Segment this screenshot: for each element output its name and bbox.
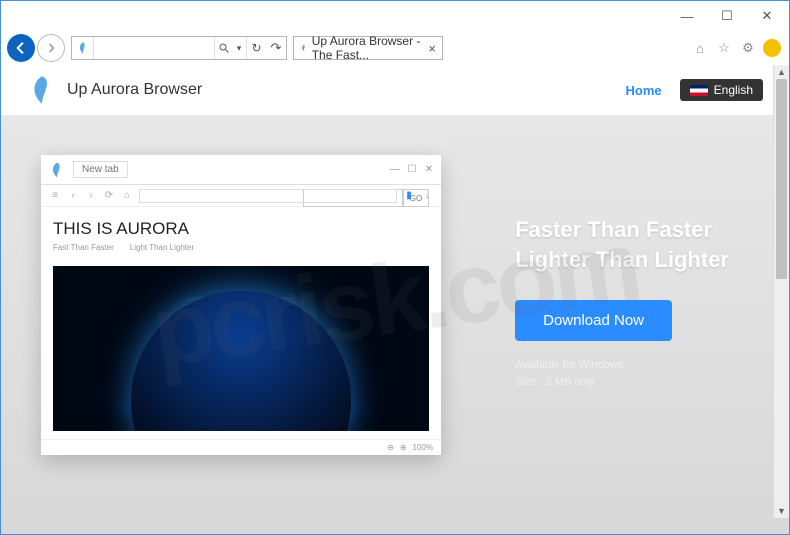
mock-home-icon: ⌂ bbox=[121, 190, 133, 202]
mock-bookmark-icon: ▮ bbox=[403, 190, 415, 202]
home-icon[interactable]: ⌂ bbox=[691, 39, 709, 57]
mock-status-bar: ⊖ ⊕ 100% bbox=[41, 439, 441, 455]
site-header: Up Aurora Browser Home English bbox=[1, 65, 789, 115]
mock-forward-icon: › bbox=[85, 190, 97, 202]
mock-space-image bbox=[53, 266, 429, 431]
mock-subtitles: Fast Than Faster Light Than Lighter bbox=[53, 243, 429, 252]
forward-button[interactable] bbox=[37, 34, 65, 62]
download-button[interactable]: Download Now bbox=[515, 300, 672, 341]
vertical-scrollbar[interactable]: ▲ ▼ bbox=[773, 65, 789, 518]
stop-icon[interactable]: ↷ bbox=[266, 40, 286, 56]
mock-zoom-label: 100% bbox=[413, 443, 433, 452]
page-content: Up Aurora Browser Home English New tab —… bbox=[1, 65, 789, 534]
minimize-button[interactable]: — bbox=[667, 2, 707, 30]
mock-titlebar: New tab — ☐ ✕ bbox=[41, 155, 441, 185]
search-icon[interactable] bbox=[214, 37, 232, 59]
mock-headline: THIS IS AURORA bbox=[53, 219, 429, 239]
hero-line-2: Lighter Than Lighter bbox=[515, 245, 729, 275]
mock-zoom-in-icon: ⊕ bbox=[400, 443, 407, 452]
feedback-smiley-icon[interactable] bbox=[763, 39, 781, 57]
gear-icon[interactable]: ⚙ bbox=[739, 39, 757, 57]
site-name: Up Aurora Browser bbox=[67, 81, 202, 99]
tab-title: Up Aurora Browser - The Fast... bbox=[312, 34, 421, 62]
mock-address-bar bbox=[139, 189, 397, 203]
mock-body: GO THIS IS AURORA Fast Than Faster Light… bbox=[41, 207, 441, 443]
browser-toolbar: ▾ ↻ ↷ Up Aurora Browser - The Fast... × … bbox=[1, 31, 789, 65]
mock-download-icon: ↓ bbox=[421, 190, 433, 202]
chevron-down-icon[interactable]: ▾ bbox=[232, 43, 246, 54]
tab-close-icon[interactable]: × bbox=[428, 41, 436, 56]
language-selector[interactable]: English bbox=[680, 79, 763, 101]
browser-tab[interactable]: Up Aurora Browser - The Fast... × bbox=[293, 36, 443, 60]
site-favicon bbox=[72, 37, 94, 59]
mock-menu-icon: ≡ bbox=[49, 190, 61, 202]
back-button[interactable] bbox=[7, 34, 35, 62]
scroll-down-icon[interactable]: ▼ bbox=[774, 504, 789, 518]
refresh-icon[interactable]: ↻ bbox=[246, 37, 266, 59]
tab-favicon bbox=[300, 42, 308, 54]
address-input[interactable] bbox=[94, 37, 214, 59]
browser-preview-card: New tab — ☐ ✕ ≡ ‹ › ⟳ ⌂ ▮ ↓ GO THIS IS A… bbox=[41, 155, 441, 455]
mock-close-icon: ✕ bbox=[425, 164, 433, 175]
site-logo-icon bbox=[27, 75, 57, 105]
mock-maximize-icon: ☐ bbox=[408, 164, 417, 175]
availability-text: Available for Windows Size : 2 MB only bbox=[515, 357, 729, 390]
mock-minimize-icon: — bbox=[390, 164, 400, 175]
uk-flag-icon bbox=[690, 85, 708, 96]
hero-section: Faster Than Faster Lighter Than Lighter … bbox=[515, 215, 729, 390]
nav-home-link[interactable]: Home bbox=[626, 83, 662, 98]
mock-logo-icon bbox=[49, 162, 65, 178]
window-titlebar: — ☐ ✕ bbox=[1, 1, 789, 31]
maximize-button[interactable]: ☐ bbox=[707, 2, 747, 30]
close-button[interactable]: ✕ bbox=[747, 2, 787, 30]
mock-tab: New tab bbox=[73, 161, 128, 178]
address-bar: ▾ ↻ ↷ bbox=[71, 36, 287, 60]
scroll-up-icon[interactable]: ▲ bbox=[774, 65, 789, 79]
mock-zoom-out-icon: ⊖ bbox=[387, 443, 394, 452]
scrollbar-thumb[interactable] bbox=[776, 79, 787, 279]
mock-back-icon: ‹ bbox=[67, 190, 79, 202]
hero-line-1: Faster Than Faster bbox=[515, 215, 729, 245]
favorites-star-icon[interactable]: ☆ bbox=[715, 39, 733, 57]
mock-reload-icon: ⟳ bbox=[103, 190, 115, 202]
